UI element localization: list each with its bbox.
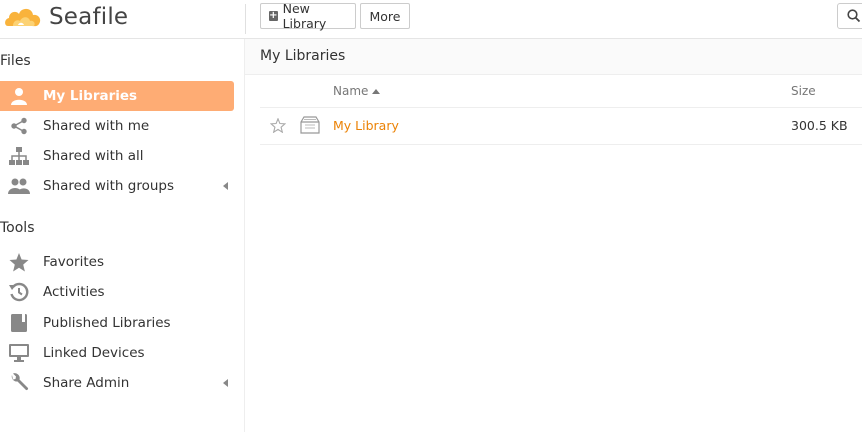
- sidebar-item-label: Published Libraries: [43, 315, 171, 331]
- history-icon: [8, 282, 30, 302]
- sidebar-item-label: Share Admin: [43, 375, 130, 391]
- column-header-size[interactable]: Size: [791, 84, 816, 98]
- sidebar-item-label: Linked Devices: [43, 345, 145, 361]
- sidebar-item-label: My Libraries: [43, 88, 138, 104]
- new-library-button[interactable]: + New Library: [260, 1, 356, 31]
- share-icon: [8, 116, 30, 136]
- sitemap-icon: [8, 146, 30, 166]
- expand-caret-icon[interactable]: [223, 379, 228, 387]
- search-icon: [847, 9, 861, 23]
- files-heading: Files: [0, 53, 31, 69]
- tools-heading: Tools: [0, 220, 35, 236]
- new-library-label: New Library: [282, 1, 327, 31]
- expand-caret-icon[interactable]: [223, 182, 228, 190]
- sidebar-item-published-libraries[interactable]: Published Libraries: [0, 308, 234, 338]
- top-bar: Seafile + New Library More: [0, 0, 862, 39]
- library-size: 300.5 KB: [791, 118, 848, 133]
- sidebar-item-share-admin[interactable]: Share Admin: [0, 368, 234, 398]
- user-icon: [8, 86, 30, 106]
- library-name-link[interactable]: My Library: [333, 118, 399, 133]
- more-button[interactable]: More: [360, 3, 410, 29]
- page-title: My Libraries: [260, 48, 346, 64]
- main-panel: My Libraries Name Size My Library 300.5 …: [245, 39, 862, 432]
- sidebar-item-label: Favorites: [43, 254, 104, 270]
- sidebar-item-linked-devices[interactable]: Linked Devices: [0, 338, 234, 368]
- seafile-logo[interactable]: Seafile: [4, 4, 128, 30]
- sort-ascending-icon: [372, 89, 381, 94]
- sidebar: Files My Libraries Shared with me Shared…: [0, 39, 245, 432]
- star-icon: [8, 252, 30, 272]
- column-header-name-label: Name: [333, 84, 369, 98]
- wrench-icon: [8, 373, 30, 393]
- brand-name: Seafile: [49, 4, 129, 30]
- sidebar-item-label: Shared with groups: [43, 178, 174, 194]
- sidebar-item-favorites[interactable]: Favorites: [0, 247, 234, 277]
- book-icon: [8, 313, 30, 333]
- library-icon: [300, 116, 320, 138]
- seafile-logo-icon: [5, 8, 41, 27]
- more-label: More: [369, 8, 401, 24]
- sidebar-item-activities[interactable]: Activities: [0, 277, 234, 307]
- sidebar-item-label: Activities: [43, 284, 105, 300]
- sidebar-item-my-libraries[interactable]: My Libraries: [0, 81, 234, 111]
- toolbar-divider: [245, 4, 246, 34]
- path-bar: My Libraries: [245, 39, 862, 75]
- sidebar-item-label: Shared with all: [43, 148, 144, 164]
- group-icon: [8, 176, 30, 196]
- sidebar-item-shared-with-groups[interactable]: Shared with groups: [0, 171, 234, 201]
- column-header-name[interactable]: Name: [333, 84, 381, 98]
- table-row[interactable]: My Library 300.5 KB: [260, 108, 862, 145]
- sidebar-item-label: Shared with me: [43, 118, 150, 134]
- sidebar-item-shared-with-all[interactable]: Shared with all: [0, 141, 234, 171]
- star-outline-icon[interactable]: [269, 117, 287, 137]
- table-header: Name Size: [260, 75, 862, 108]
- plus-square-icon: +: [269, 10, 278, 21]
- monitor-icon: [8, 343, 30, 363]
- search-button[interactable]: [837, 3, 862, 29]
- sidebar-item-shared-with-me[interactable]: Shared with me: [0, 111, 234, 141]
